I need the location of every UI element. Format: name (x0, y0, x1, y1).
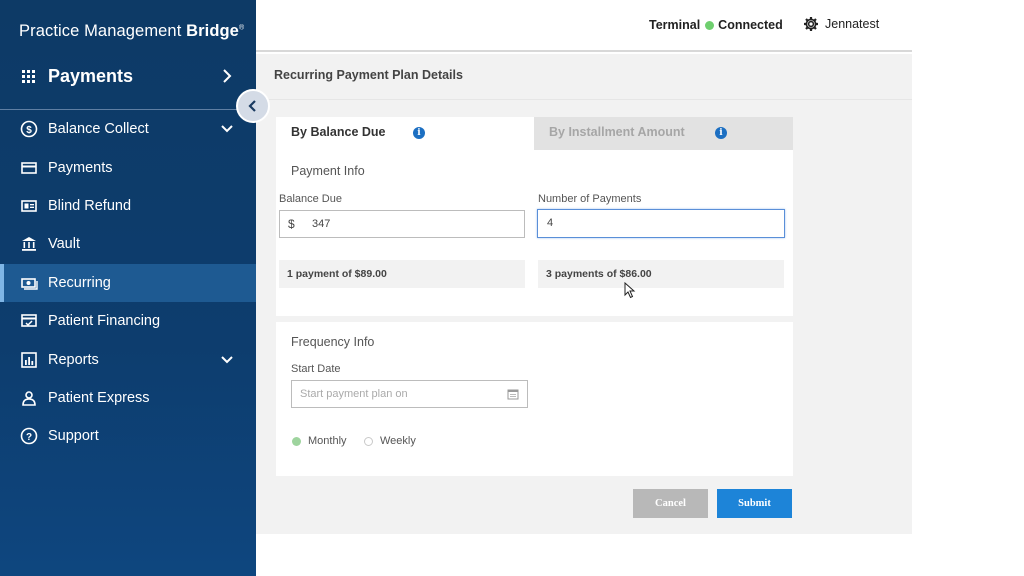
sidebar-item-label: Support (48, 428, 99, 445)
payment-summary-first: 1 payment of $89.00 (279, 260, 525, 288)
balance-due-label: Balance Due (279, 193, 342, 205)
sidebar-item-reports[interactable]: Reports (0, 340, 256, 378)
brand-logo: Practice Management Bridge® (19, 22, 244, 41)
frequency-info-card: Frequency Info Start Date Start payment … (276, 322, 793, 476)
bank-icon (20, 235, 38, 253)
mouse-cursor-icon (624, 282, 636, 299)
sidebar-item-label: Patient Express (48, 389, 150, 406)
terminal-label: Terminal (649, 18, 701, 32)
cancel-button[interactable]: Cancel (633, 489, 708, 518)
radio-monthly-label: Monthly (308, 435, 347, 447)
tab-by-balance-due[interactable]: By Balance Due i (276, 117, 534, 150)
sidebar-item-patient-express[interactable]: Patient Express (0, 379, 256, 417)
app-grid-icon (22, 70, 35, 83)
sidebar-section-title: Payments (48, 66, 134, 86)
top-bar: Terminal Connected Jennatest (256, 0, 912, 52)
sidebar: Practice Management Bridge® Payments $ B… (0, 0, 256, 576)
status-dot-icon (705, 20, 715, 30)
username: Jennatest (825, 17, 880, 31)
gear-icon (804, 17, 818, 31)
sidebar-section-header[interactable]: Payments (0, 56, 256, 110)
brand-name: Practice Management (19, 22, 187, 40)
sidebar-item-label: Patient Financing (48, 313, 161, 330)
sidebar-item-label: Blind Refund (48, 197, 132, 214)
sidebar-item-payments[interactable]: Payments (0, 148, 256, 186)
svg-text:?: ? (26, 432, 32, 443)
tab-label: By Installment Amount (549, 125, 685, 139)
tab-by-installment-amount[interactable]: By Installment Amount i (534, 117, 793, 150)
sidebar-item-support[interactable]: ? Support (0, 417, 256, 455)
main-content: Recurring Payment Plan Details By Balanc… (256, 54, 912, 534)
sidebar-item-label: Payments (48, 159, 113, 176)
number-of-payments-label: Number of Payments (538, 193, 642, 205)
info-icon[interactable]: i (715, 127, 727, 139)
payment-info-card: Payment Info Balance Due $ 347 Number of… (276, 150, 793, 316)
help-circle-icon: ? (20, 427, 38, 445)
balance-due-input[interactable]: $ 347 (279, 210, 525, 238)
currency-symbol: $ (288, 217, 295, 231)
sidebar-item-label: Reports (48, 351, 99, 368)
calendar-icon[interactable] (507, 388, 519, 400)
number-of-payments-value: 4 (547, 217, 554, 229)
page-title-bar: Recurring Payment Plan Details (256, 54, 912, 100)
tab-label: By Balance Due (291, 125, 386, 139)
person-icon (20, 389, 38, 407)
chevron-down-icon (221, 125, 233, 133)
svg-text:$: $ (26, 125, 32, 136)
radio-monthly[interactable] (292, 437, 301, 446)
sidebar-nav: $ Balance Collect Payments Blind Refund … (0, 110, 256, 456)
chevron-right-icon (223, 69, 232, 83)
sidebar-item-label: Vault (48, 236, 80, 253)
user-menu[interactable]: Jennatest (803, 16, 879, 32)
start-date-input[interactable]: Start payment plan on (291, 380, 528, 408)
financing-card-icon (20, 312, 38, 330)
collapse-sidebar-button[interactable] (236, 89, 270, 123)
bar-chart-icon (20, 351, 38, 369)
sidebar-item-balance-collect[interactable]: $ Balance Collect (0, 110, 256, 148)
chevron-down-icon (221, 355, 233, 363)
cash-icon (20, 274, 38, 292)
connection-status: Connected (718, 18, 783, 32)
sidebar-item-blind-refund[interactable]: Blind Refund (0, 187, 256, 225)
registered-mark: ® (238, 24, 245, 32)
payment-summary-rest: 3 payments of $86.00 (538, 260, 784, 288)
radio-weekly-label: Weekly (380, 435, 416, 447)
payment-info-title: Payment Info (291, 164, 365, 178)
summary-text: 1 payment of $89.00 (287, 268, 387, 280)
start-date-placeholder: Start payment plan on (300, 388, 408, 400)
balance-due-value: 347 (312, 218, 331, 230)
frequency-info-title: Frequency Info (291, 335, 375, 349)
info-icon[interactable]: i (413, 127, 425, 139)
number-of-payments-input[interactable]: 4 (537, 209, 785, 238)
terminal-status: Terminal Connected (649, 18, 783, 32)
sidebar-item-vault[interactable]: Vault (0, 225, 256, 263)
radio-weekly[interactable] (364, 437, 373, 446)
brand-name-bold: Bridge (186, 22, 239, 40)
refund-card-icon (20, 197, 38, 215)
card-icon (20, 159, 38, 177)
page-title: Recurring Payment Plan Details (274, 68, 463, 82)
summary-text: 3 payments of $86.00 (546, 268, 652, 280)
submit-button[interactable]: Submit (717, 489, 792, 518)
sidebar-item-label: Balance Collect (48, 121, 149, 138)
dollar-circle-icon: $ (20, 120, 38, 138)
sidebar-item-patient-financing[interactable]: Patient Financing (0, 302, 256, 340)
start-date-label: Start Date (291, 363, 341, 375)
sidebar-item-recurring[interactable]: Recurring (0, 263, 256, 303)
chevron-left-icon (248, 100, 256, 112)
sidebar-item-label: Recurring (48, 274, 111, 291)
